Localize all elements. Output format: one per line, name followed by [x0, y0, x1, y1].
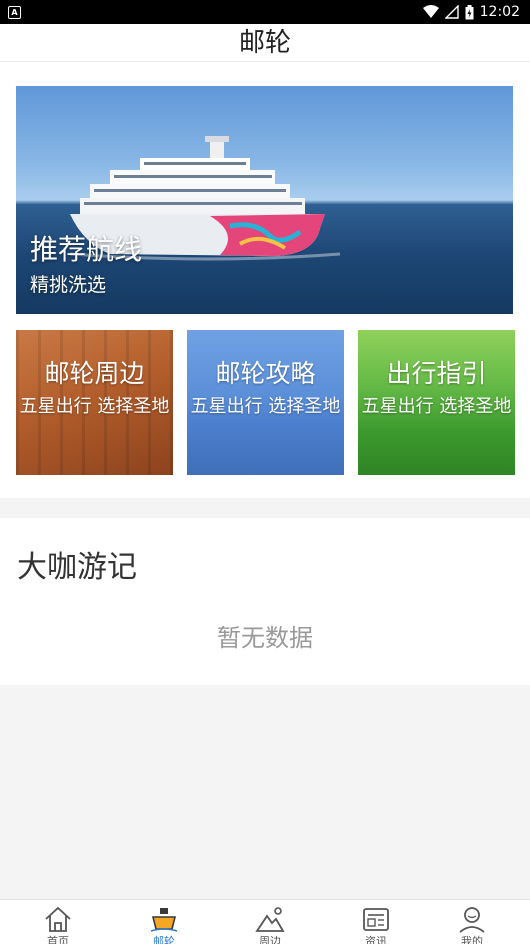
battery-icon	[465, 4, 474, 19]
wifi-icon	[422, 5, 439, 18]
card-cruise-surroundings[interactable]: 邮轮周边 五星出行 选择圣地	[16, 330, 173, 475]
app-header: 邮轮	[0, 24, 530, 62]
banner-title: 推荐航线	[30, 233, 143, 266]
top-section: 推荐航线 精挑洗选 邮轮周边 五星出行 选择圣地 邮轮攻略 五星出行 选择圣地 …	[0, 62, 530, 498]
section-title: 大咖游记	[17, 550, 137, 585]
card-subtitle: 五星出行 选择圣地	[19, 396, 170, 417]
tab-label: 邮轮	[153, 935, 175, 944]
tab-home[interactable]: 首页	[5, 900, 111, 944]
tab-label: 我的	[461, 935, 483, 944]
signal-icon	[444, 5, 459, 19]
tab-profile[interactable]: 我的	[419, 900, 525, 944]
ship-icon	[150, 908, 178, 932]
card-title: 邮轮攻略	[215, 359, 316, 388]
app-notification-icon: A	[8, 6, 21, 19]
recommended-routes-banner[interactable]: 推荐航线 精挑洗选	[16, 86, 513, 314]
tab-cruise[interactable]: 邮轮	[111, 900, 217, 944]
card-subtitle: 五星出行 选择圣地	[190, 396, 341, 417]
mountain-icon	[255, 907, 285, 932]
news-icon	[363, 908, 389, 931]
status-bar: A 12:02	[0, 0, 530, 24]
card-cruise-guide[interactable]: 邮轮攻略 五星出行 选择圣地	[187, 330, 344, 475]
tab-label: 资讯	[365, 935, 387, 944]
empty-state-text: 暂无数据	[217, 624, 313, 652]
clock-time: 12:02	[479, 4, 520, 20]
travelogue-section: 大咖游记 暂无数据	[0, 518, 530, 685]
bottom-tab-bar: 首页 邮轮 周边 资讯 我的	[0, 899, 530, 944]
page-title: 邮轮	[238, 28, 291, 58]
card-travel-guide[interactable]: 出行指引 五星出行 选择圣地	[358, 330, 515, 475]
card-title: 出行指引	[386, 359, 487, 388]
tab-news[interactable]: 资讯	[323, 900, 429, 944]
card-title: 邮轮周边	[44, 359, 145, 388]
home-icon	[45, 906, 71, 932]
user-icon	[459, 907, 485, 933]
card-subtitle: 五星出行 选择圣地	[361, 396, 512, 417]
tab-surroundings[interactable]: 周边	[217, 900, 323, 944]
banner-subtitle: 精挑洗选	[30, 274, 107, 296]
tab-label: 首页	[47, 935, 69, 944]
tab-label: 周边	[259, 935, 281, 944]
